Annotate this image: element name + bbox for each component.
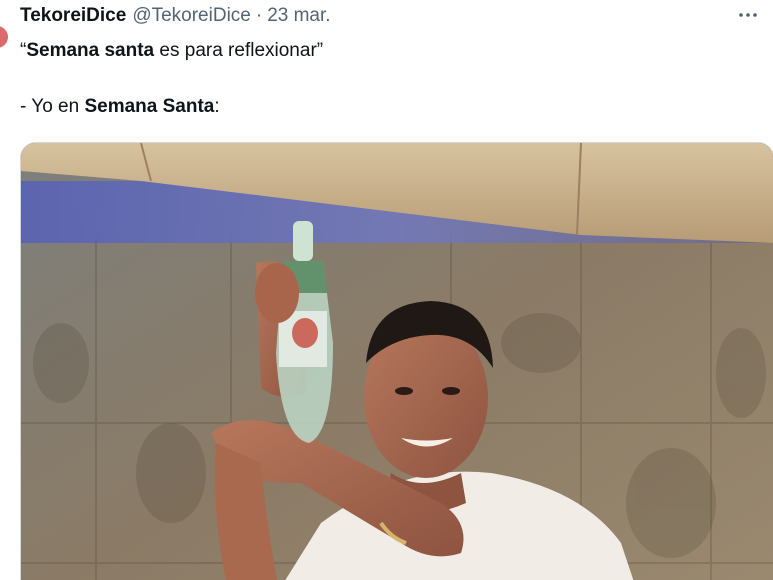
tweet-text: “Semana santa es para reflexionar” - Yo … [20, 38, 740, 120]
text-suffix: : [214, 96, 220, 117]
tweet[interactable]: TekoreiDice @TekoreiDice · 23 mar. “Sema… [0, 0, 773, 580]
avatar[interactable] [0, 26, 8, 48]
separator-dot: · [255, 5, 263, 26]
tweet-text-line-2: - Yo en Semana Santa: [20, 94, 740, 120]
timestamp[interactable]: 23 mar. [267, 5, 330, 27]
text-rest: es para reflexionar” [154, 40, 324, 61]
display-name[interactable]: TekoreiDice [20, 5, 126, 27]
user-handle[interactable]: @TekoreiDice [132, 5, 251, 27]
more-button[interactable] [733, 2, 763, 28]
tweet-header: TekoreiDice @TekoreiDice · 23 mar. [20, 3, 331, 29]
bold-phrase-semana-santa: Semana santa [26, 40, 155, 61]
video-still-image [21, 143, 773, 580]
tweet-media-video[interactable] [20, 142, 773, 580]
text-prefix: - Yo en [20, 96, 85, 117]
more-horizontal-icon [739, 13, 757, 17]
bold-phrase-semana-santa-2: Semana Santa [84, 96, 215, 117]
tweet-text-line-1: “Semana santa es para reflexionar” [20, 38, 740, 64]
